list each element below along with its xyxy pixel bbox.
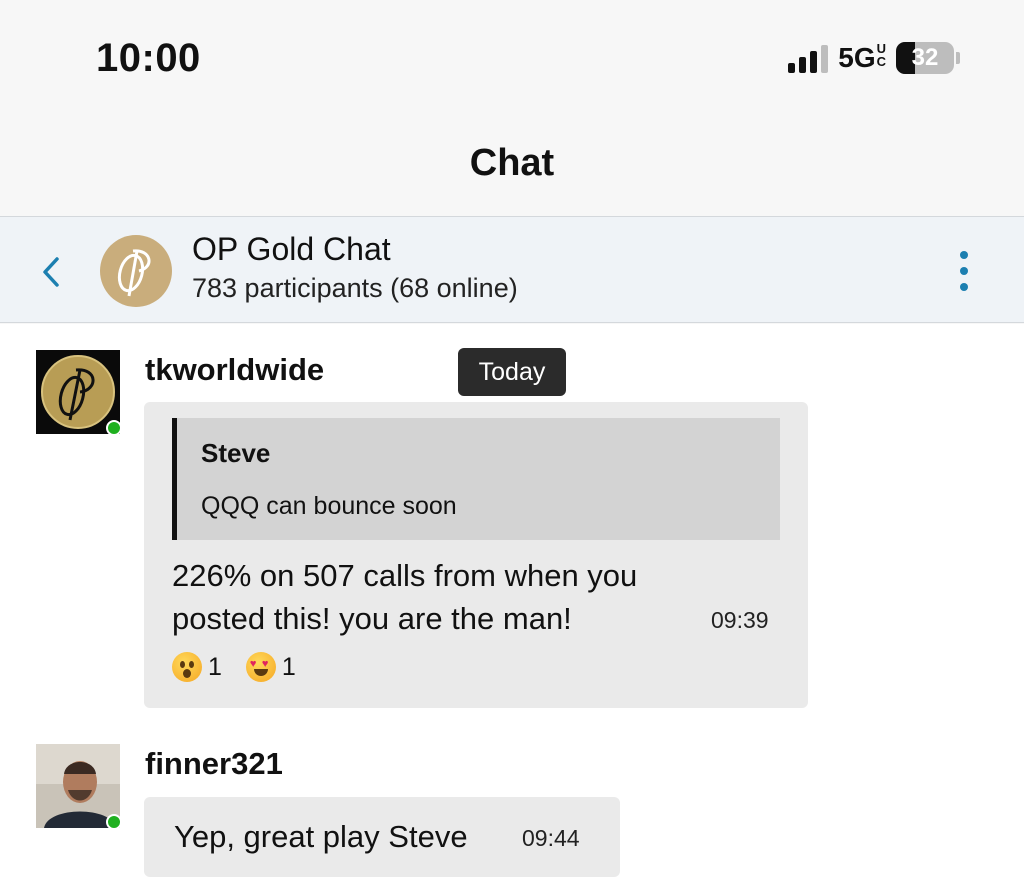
phone-screen: 10:00 5G U C 32 Chat OP Gold Chat 783 pa… [0,0,1024,888]
battery-percent: 32 [911,44,939,71]
date-separator: Today [458,348,566,396]
heart-eyes-face-icon: ♥ ♥ [245,652,276,682]
battery-cap [956,52,960,64]
message-list[interactable]: tkworldwide Today Steve QQQ can bounce s… [0,324,1024,888]
message-text: Yep, great play Steve [174,819,468,854]
status-time: 10:00 [96,36,201,80]
reaction-heart-eyes[interactable]: ♥ ♥ 1 [245,652,296,682]
group-avatar[interactable] [100,235,172,307]
network-sub-c: C [876,54,886,69]
message-line: posted this! you are the man! [172,601,572,636]
more-options-button[interactable] [954,251,974,291]
dot-icon [960,267,968,275]
chat-header: OP Gold Chat 783 participants (68 online… [0,216,1024,323]
group-name: OP Gold Chat [192,231,391,267]
online-indicator [106,420,122,436]
astonished-face-icon [172,652,202,682]
message-time: 09:44 [522,825,580,851]
op-logo-icon [117,249,151,297]
message-line: 226% on 507 calls from when you [172,558,638,593]
battery-icon: 32 [896,42,954,74]
network-label: 5G [838,42,876,73]
online-indicator [106,814,122,830]
reaction-count: 1 [281,652,296,681]
message-username[interactable]: finner321 [145,746,283,782]
reaction-count: 1 [208,652,222,681]
message-bubble[interactable]: Yep, great play Steve 09:44 [144,797,620,877]
quote-text: QQQ can bounce soon [201,492,457,520]
user-avatar[interactable] [36,744,122,830]
message-time: 09:39 [711,607,769,633]
message-text: 226% on 507 calls from when you posted t… [172,554,637,640]
page-title: Chat [469,142,555,184]
cellular-signal-icon [788,43,829,73]
status-indicators: 5G U C 32 [788,40,960,76]
user-avatar[interactable] [36,350,122,436]
chevron-left-icon [43,257,59,287]
message-username[interactable]: tkworldwide [145,352,324,388]
dot-icon [960,283,968,291]
quote-author: Steve [201,438,271,468]
participants-count: 783 participants (68 online) [192,273,518,303]
message-bubble[interactable]: Steve QQQ can bounce soon 226% on 507 ca… [144,402,808,708]
network-type: 5G U C [838,42,886,74]
quoted-message[interactable]: Steve QQQ can bounce soon [172,418,780,540]
back-button[interactable] [34,253,68,291]
reactions-row: 1 ♥ ♥ 1 [172,652,316,682]
reaction-astonished[interactable]: 1 [172,652,222,682]
dot-icon [960,251,968,259]
